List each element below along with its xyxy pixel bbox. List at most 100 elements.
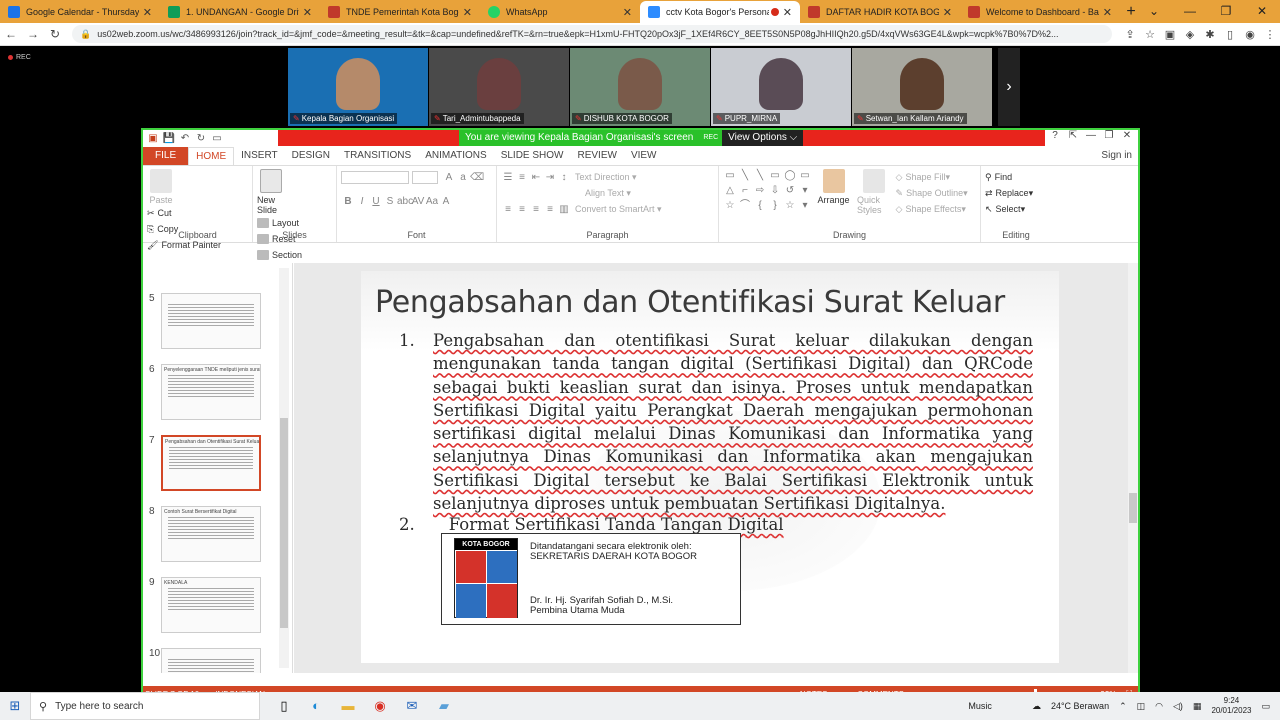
align-right-icon[interactable]: ≡ <box>529 204 543 215</box>
participant-video[interactable]: ✎ DISHUB KOTA BOGOR <box>570 48 710 126</box>
participant-video[interactable]: ✎ Kepala Bagian Organisasi <box>288 48 428 126</box>
slide-thumbnail-image[interactable] <box>161 648 261 673</box>
close-window-icon[interactable]: ✕ <box>1244 0 1280 22</box>
close-icon[interactable]: ✕ <box>1103 6 1112 19</box>
present-icon[interactable]: ▭ <box>209 133 225 144</box>
ribbon-options-icon[interactable]: ⇱ <box>1064 130 1082 141</box>
taskbar-search-input[interactable]: ⚲ Type here to search <box>30 692 260 720</box>
close-icon[interactable]: ✕ <box>783 6 792 19</box>
forward-icon[interactable]: → <box>22 27 44 41</box>
select-button[interactable]: ↖ Select ▾ <box>985 201 1047 217</box>
find-button[interactable]: ⚲ Find <box>985 169 1047 185</box>
paste-button[interactable]: Paste <box>147 169 175 205</box>
shadow-icon[interactable]: S <box>383 196 397 207</box>
browser-tab-zoom[interactable]: cctv Kota Bogor's Personal M ✕ <box>640 1 800 23</box>
restore-icon[interactable]: ❐ <box>1100 130 1118 141</box>
numbering-icon[interactable]: ≡ <box>515 172 529 183</box>
close-icon[interactable]: ✕ <box>463 6 472 19</box>
text-direction-button[interactable]: Text Direction ▾ <box>575 172 637 183</box>
volume-icon[interactable]: ◁) <box>1173 701 1183 712</box>
notifications-icon[interactable]: ▭ <box>1261 701 1270 712</box>
tab-slide-show[interactable]: SLIDE SHOW <box>494 147 571 165</box>
help-icon[interactable]: ? <box>1046 130 1064 141</box>
tab-design[interactable]: DESIGN <box>285 147 337 165</box>
save-icon[interactable]: 💾 <box>161 133 177 144</box>
browser-tab-tnde[interactable]: TNDE Pemerintah Kota Bogor ✕ <box>320 1 480 23</box>
arrange-button[interactable]: Arrange <box>815 169 853 205</box>
clear-format-icon[interactable]: ⌫ <box>470 172 484 183</box>
file-explorer-icon[interactable]: ▬ <box>332 698 364 714</box>
slide-thumbnail-image[interactable]: Contoh Surat Bersertifikat Digital <box>161 506 261 562</box>
reload-icon[interactable]: ↻ <box>44 27 66 41</box>
mail-icon[interactable]: ✉ <box>396 698 428 714</box>
columns-icon[interactable]: ▥ <box>557 204 571 215</box>
slide-item-2[interactable]: 2. Format Sertifikasi Tanda Tangan Digita… <box>399 515 784 534</box>
chevron-up-icon[interactable]: ⌃ <box>1119 701 1127 712</box>
music-widget[interactable]: Music <box>968 701 992 711</box>
tab-home[interactable]: HOME <box>188 147 235 165</box>
shape-fill-button[interactable]: ◇ Shape Fill ▾ <box>896 169 968 185</box>
tab-insert[interactable]: INSERT <box>234 147 285 165</box>
extension-icon[interactable]: ▣ <box>1160 28 1180 41</box>
bullets-icon[interactable]: ☰ <box>501 172 515 183</box>
new-slide-button[interactable]: New Slide <box>257 169 285 215</box>
browser-tab-drive[interactable]: 1. UNDANGAN - Google Drive ✕ <box>160 1 320 23</box>
browser-tab-dashboard[interactable]: Welcome to Dashboard - Bappe ✕ <box>960 1 1120 23</box>
participant-video[interactable]: ✎ PUPR_MIRNA <box>711 48 851 126</box>
close-icon[interactable]: ✕ <box>143 6 152 19</box>
tab-file[interactable]: FILE <box>143 147 189 165</box>
font-name-select[interactable] <box>341 170 409 184</box>
close-icon[interactable]: ✕ <box>303 6 312 19</box>
participant-video[interactable]: ✎ Tari_Admintubappeda <box>429 48 569 126</box>
redo-icon[interactable]: ↻ <box>193 133 209 144</box>
tab-animations[interactable]: ANIMATIONS <box>418 147 493 165</box>
layout-button[interactable]: Layout <box>257 215 302 231</box>
case-icon[interactable]: Aa <box>425 196 439 207</box>
strikethrough-icon[interactable]: abc <box>397 196 413 207</box>
close-icon[interactable]: ✕ <box>623 6 632 19</box>
quick-styles-button[interactable]: Quick Styles <box>857 169 891 215</box>
grow-font-icon[interactable]: A <box>442 172 456 183</box>
url-input[interactable]: 🔒 us02web.zoom.us/wc/3486993126/join?tra… <box>72 25 1112 43</box>
increase-indent-icon[interactable]: ⇥ <box>543 172 557 183</box>
back-icon[interactable]: ← <box>0 27 22 41</box>
line-spacing-icon[interactable]: ↕ <box>557 172 571 183</box>
italic-icon[interactable]: I <box>355 196 369 207</box>
view-options-button[interactable]: View Options ⌵ <box>722 130 804 146</box>
profile-avatar-icon[interactable]: ◉ <box>1240 28 1260 41</box>
network-icon[interactable]: ◫ <box>1137 701 1146 712</box>
shapes-gallery[interactable]: ▭ ╲ ╲ ▭ ◯ ▭ △ ⌐ ⇨ ⇩ ↺ ▾ ☆ ⌒{} ☆ ▾ <box>723 169 812 213</box>
scrollbar-thumb[interactable] <box>1129 493 1137 523</box>
decrease-indent-icon[interactable]: ⇤ <box>529 172 543 183</box>
shape-outline-button[interactable]: ✎ Shape Outline ▾ <box>896 185 968 201</box>
align-text-button[interactable]: Align Text ▾ <box>585 188 631 199</box>
font-color-icon[interactable]: A <box>439 196 453 207</box>
cut-button[interactable]: ✂ Cut <box>147 205 221 221</box>
tab-review[interactable]: REVIEW <box>570 147 623 165</box>
chevron-down-icon[interactable]: ⌄ <box>1136 0 1172 22</box>
slide-item-1[interactable]: 1. Pengabsahan dan otentifikasi Surat ke… <box>399 329 1033 515</box>
underline-icon[interactable]: U <box>369 196 383 207</box>
close-icon[interactable]: ✕ <box>1118 130 1136 141</box>
slide-thumbnail-image[interactable]: Pengabsahan dan Otentifikasi Surat Kelua… <box>161 435 261 491</box>
next-participants-arrow-icon[interactable]: › <box>998 48 1020 126</box>
slide-thumbnail-image[interactable]: KENDALA <box>161 577 261 633</box>
bold-icon[interactable]: B <box>341 196 355 207</box>
convert-smartart-button[interactable]: Convert to SmartArt ▾ <box>575 204 662 215</box>
extension-icon[interactable]: ◈ <box>1180 28 1200 41</box>
clock[interactable]: 9:24 20/01/2023 <box>1211 696 1251 716</box>
browser-tab-daftar-hadir[interactable]: DAFTAR HADIR KOTA BOGOR ✕ <box>800 1 960 23</box>
tab-transitions[interactable]: TRANSITIONS <box>337 147 418 165</box>
bookmark-star-icon[interactable]: ☆ <box>1140 28 1160 41</box>
puzzle-icon[interactable]: ✱ <box>1200 28 1220 41</box>
justify-icon[interactable]: ≡ <box>543 204 557 215</box>
shrink-font-icon[interactable]: a <box>456 172 470 183</box>
restore-icon[interactable]: ❐ <box>1208 0 1244 22</box>
minimize-icon[interactable]: — <box>1172 0 1208 22</box>
share-icon[interactable]: ⇪ <box>1120 28 1140 41</box>
scrollbar-thumb[interactable] <box>280 418 288 628</box>
align-center-icon[interactable]: ≡ <box>515 204 529 215</box>
minimize-icon[interactable]: — <box>1082 130 1100 141</box>
spacing-icon[interactable]: AV <box>411 196 425 207</box>
weather-widget[interactable]: 24°C Berawan <box>1051 701 1109 711</box>
